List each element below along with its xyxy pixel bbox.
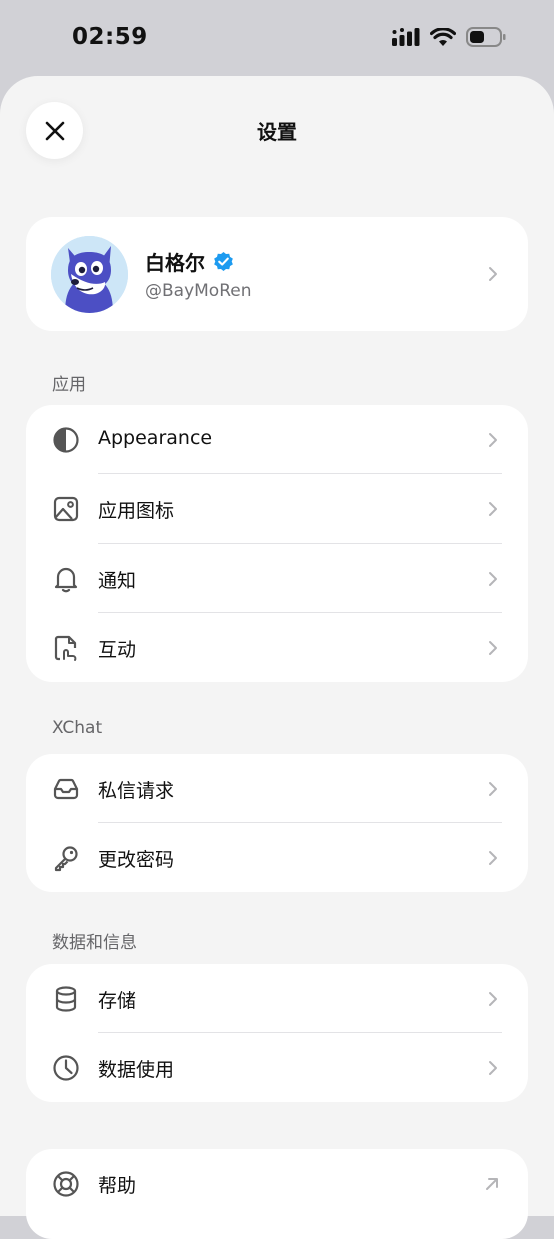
half-circle-icon <box>53 427 79 453</box>
settings-item-help[interactable]: 帮助 <box>26 1149 528 1218</box>
chevron-right-icon <box>489 992 497 1006</box>
status-time: 02:59 <box>72 24 148 50</box>
database-icon <box>55 986 77 1012</box>
settings-item-label: 通知 <box>98 570 137 592</box>
chevron-right-icon <box>489 502 497 516</box>
settings-item-label: 帮助 <box>98 1175 137 1197</box>
chevron-right-icon <box>489 641 497 655</box>
settings-item-message-requests[interactable]: 私信请求 <box>26 754 528 823</box>
settings-item-label: Appearance <box>98 427 213 449</box>
chevron-right-icon <box>489 1061 497 1075</box>
inbox-icon <box>53 778 79 800</box>
settings-item-label: 应用图标 <box>98 500 175 522</box>
profile-handle: @BayMoRen <box>145 281 252 301</box>
avatar <box>51 236 128 313</box>
settings-item-label: 更改密码 <box>98 849 175 871</box>
profile-name: 白格尔 <box>145 251 205 275</box>
status-icons <box>392 27 506 47</box>
profile-card[interactable]: 白格尔 @BayMoRen <box>26 217 528 331</box>
settings-item-label: 存储 <box>98 990 137 1012</box>
settings-item-label: 私信请求 <box>98 780 175 802</box>
section-label-xchat: XChat <box>52 718 103 738</box>
settings-item-change-password[interactable]: 更改密码 <box>26 823 528 892</box>
chevron-right-icon <box>489 572 497 586</box>
settings-item-app-icon[interactable]: 应用图标 <box>26 474 528 543</box>
page-title: 设置 <box>257 120 297 144</box>
settings-item-label: 数据使用 <box>98 1059 175 1081</box>
help-card: 帮助 <box>26 1149 528 1239</box>
settings-item-notifications[interactable]: 通知 <box>26 544 528 613</box>
fox-avatar-icon <box>51 236 128 313</box>
section-label-data: 数据和信息 <box>52 933 137 953</box>
profile-name-row: 白格尔 <box>145 247 234 276</box>
data-settings-card: 存储 数据使用 <box>26 964 528 1102</box>
settings-item-storage[interactable]: 存储 <box>26 964 528 1033</box>
wifi-icon <box>430 27 456 46</box>
battery-icon <box>466 27 506 47</box>
settings-item-appearance[interactable]: Appearance <box>26 405 528 474</box>
bell-icon <box>54 567 78 593</box>
chevron-right-icon <box>489 851 497 865</box>
cellular-signal-icon <box>392 28 420 46</box>
chevron-right-icon <box>489 433 497 447</box>
chevron-right-icon <box>489 267 497 281</box>
key-icon <box>54 846 78 872</box>
settings-item-label: 互动 <box>98 639 137 661</box>
clock-icon <box>53 1055 79 1081</box>
verified-badge-icon <box>214 251 233 272</box>
xchat-settings-card: 私信请求 更改密码 <box>26 754 528 892</box>
chevron-right-icon <box>489 782 497 796</box>
settings-sheet: 设置 白格尔 @BayMoRen 应用 Appearance 应用图标 通知 互… <box>0 76 554 1239</box>
settings-item-data-usage[interactable]: 数据使用 <box>26 1033 528 1102</box>
image-icon <box>53 496 79 522</box>
settings-item-interactions[interactable]: 互动 <box>26 613 528 682</box>
app-settings-card: Appearance 应用图标 通知 互动 <box>26 405 528 682</box>
section-label-app: 应用 <box>52 375 86 395</box>
lifebuoy-icon <box>53 1171 79 1197</box>
status-bar: 02:59 <box>0 0 554 76</box>
interaction-icon <box>54 635 77 661</box>
arrow-up-right-icon <box>486 1178 498 1190</box>
